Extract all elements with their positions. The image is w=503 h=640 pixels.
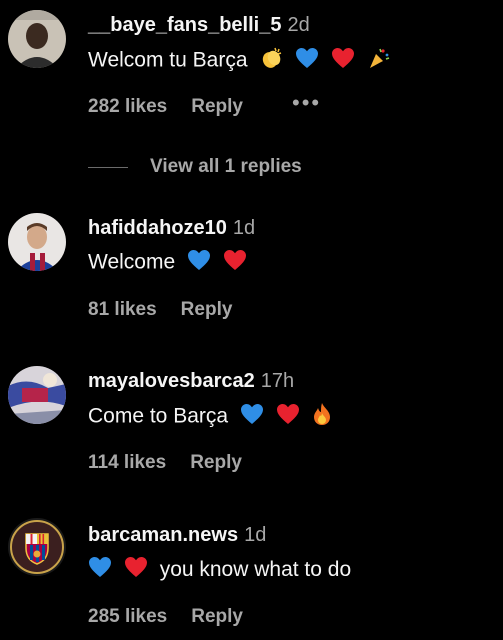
timestamp[interactable]: 1d [244,524,266,546]
comment-item: __baye_fans_belli_5 2d Welcom tu Barça 2… [0,0,503,200]
red-heart-icon [331,47,355,75]
fire-icon [312,402,332,432]
party-popper-icon [367,46,391,76]
username-line: hafiddahoze10 1d [88,217,255,240]
likes-count[interactable]: 285 likes [88,606,167,627]
reply-button[interactable]: Reply [181,299,233,320]
comment-item: barcaman.news 1d you know what to do 285 … [0,512,503,640]
comment-body: Welcome [88,250,176,274]
more-options-icon[interactable]: ••• [292,92,321,114]
likes-count[interactable]: 282 likes [88,96,167,117]
likes-count[interactable]: 81 likes [88,299,157,320]
timestamp[interactable]: 2d [287,14,309,36]
reply-button[interactable]: Reply [190,452,242,473]
comment-text: Come to Barça [88,402,332,432]
view-replies-label: View all 1 replies [150,156,302,177]
avatar[interactable] [8,518,66,576]
replies-divider [88,166,128,168]
club-crest-icon [8,518,66,576]
avatar[interactable] [8,213,66,271]
avatar[interactable] [8,366,66,424]
username-line: __baye_fans_belli_5 2d [88,14,310,37]
red-heart-icon [223,249,247,277]
reply-button[interactable]: Reply [191,96,243,117]
comment-meta: 81 likes Reply [88,299,232,321]
username[interactable]: mayalovesbarca2 [88,370,255,392]
red-heart-icon [276,403,300,431]
comment-meta: 282 likes Reply [88,96,243,118]
view-replies-button[interactable]: View all 1 replies [88,152,302,182]
comment-text: you know what to do [88,556,351,584]
avatar[interactable] [8,10,66,68]
comment-item: mayalovesbarca2 17h Come to Barça 114 lik… [0,358,503,488]
comment-body: you know what to do [159,557,352,581]
red-heart-icon [124,556,148,584]
reply-button[interactable]: Reply [191,606,243,627]
username-line: mayalovesbarca2 17h [88,370,294,393]
timestamp[interactable]: 1d [233,217,255,239]
comment-meta: 114 likes Reply [88,452,242,474]
clapping-hands-icon [259,46,283,76]
comment-item: hafiddahoze10 1d Welcome 81 likes Reply [0,205,503,335]
comment-text: Welcome [88,249,247,277]
comment-body: Come to Barça [88,404,229,428]
username[interactable]: hafiddahoze10 [88,217,227,239]
username[interactable]: __baye_fans_belli_5 [88,14,281,36]
comment-body: Welcom tu Barça [88,48,248,72]
username[interactable]: barcaman.news [88,524,238,546]
blue-heart-icon [187,249,211,277]
likes-count[interactable]: 114 likes [88,452,166,473]
blue-heart-icon [88,556,112,584]
comment-text: Welcom tu Barça [88,46,391,76]
timestamp[interactable]: 17h [261,370,294,392]
blue-heart-icon [240,403,264,431]
username-line: barcaman.news 1d [88,524,266,547]
blue-heart-icon [295,47,319,75]
comment-meta: 285 likes Reply [88,606,243,628]
